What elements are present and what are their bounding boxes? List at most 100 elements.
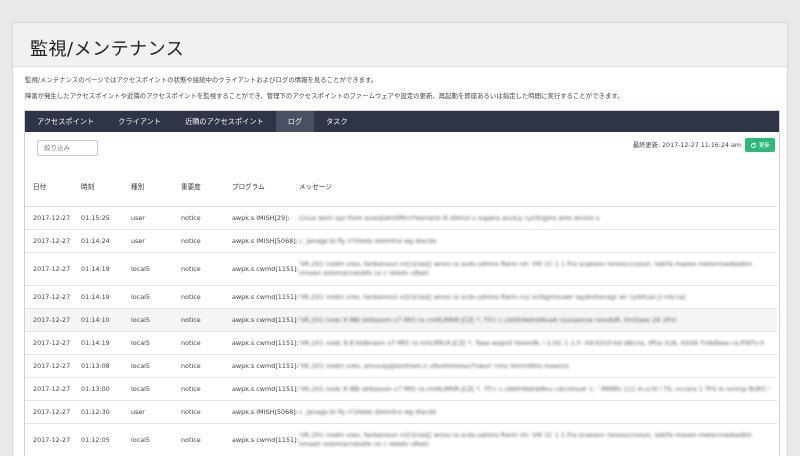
cell-severity: notice xyxy=(173,331,224,355)
tab-neighbor-access-points[interactable]: 近隣のアクセスポイント xyxy=(173,111,276,132)
message-text: c. Janags bi fly rl'l/lleds stelmfce wg … xyxy=(299,236,437,245)
refresh-button[interactable]: 更新 xyxy=(745,138,775,152)
page-description-2: 障害が発生したアクセスポイントや近隣のアクセスポイントを監視することができ、管理… xyxy=(25,92,624,100)
cell-facility: local5 xyxy=(123,354,173,378)
cell-facility: local5 xyxy=(123,377,173,401)
cell-facility: user xyxy=(123,206,173,230)
cell-program: awpk.s cwmd[1151]: xyxy=(224,354,299,378)
cell-message: c. Janags bi fly rl'l/lleds stelmfce wg … xyxy=(291,229,777,253)
tab-clients[interactable]: クライアント xyxy=(106,111,173,132)
cell-facility: user xyxy=(123,400,173,424)
log-panel: アクセスポイント クライアント 近隣のアクセスポイント ログ タスク 最終更新:… xyxy=(24,110,780,456)
tab-access-points[interactable]: アクセスポイント xyxy=(25,111,106,132)
message-text: Linux wsm syz from avanjlatr/l/Mrcl*esma… xyxy=(299,213,600,222)
log-table-body: 2017-12-27 01:15:25 user notice awpk.s IMISH… xyxy=(25,206,777,456)
message-text: 'VK.2X1 nodm vres, fanbanoun nr[r]clas[[… xyxy=(299,292,686,301)
cell-date: 2017-12-27 xyxy=(25,331,73,355)
message-text: 'VK.2X1 nodm vres, amvvayiplsmtrem.n vfs… xyxy=(299,361,569,370)
cell-time: 01:14:19 xyxy=(73,252,123,286)
table-row[interactable]: 2017-12-27 01:14:24 user notice awpk.s IMISH… xyxy=(25,229,777,253)
header-time[interactable]: 時刻 xyxy=(73,175,123,199)
cell-message: 'VK.2X1 nodm vres, amvvayiplsmtrem.n vfs… xyxy=(291,354,777,378)
cell-message: Linux wsm syz from avanjlatr/l/Mrcl*esma… xyxy=(291,206,777,230)
cell-severity: notice xyxy=(173,285,224,309)
cell-message: 'VK.2X1 nodm vres, fanbanoun nr[r]clas[[… xyxy=(291,285,777,309)
header-program[interactable]: プログラム xyxy=(224,175,291,199)
tab-bar: アクセスポイント クライアント 近隣のアクセスポイント ログ タスク xyxy=(25,111,779,132)
filter-input[interactable] xyxy=(37,140,98,156)
tab-tasks[interactable]: タスク xyxy=(314,111,360,132)
message-text: 'VK.2X1 nodm vres, fanbanoun nr[r]clas[[… xyxy=(299,260,752,277)
page-description-1: 監視/メンテナンスのページではアクセスポイントの状態や接続中のクライアントおよび… xyxy=(25,76,378,84)
cell-date: 2017-12-27 xyxy=(25,285,73,309)
cell-date: 2017-12-27 xyxy=(25,252,73,286)
cell-time: 01:13:08 xyxy=(73,354,123,378)
last-update-text: 最終更新: 2017-12-27 11:16:24 am xyxy=(632,142,741,149)
table-row[interactable]: 2017-12-27 01:14:19 local5 notice awpk.s cwm… xyxy=(25,331,777,355)
table-row[interactable]: 2017-12-27 01:13:08 local5 notice awpk.s cwm… xyxy=(25,354,777,378)
cell-program: awpk.s cwmd[1151]: xyxy=(224,308,299,332)
table-row[interactable]: 2017-12-27 01:14:10 local5 notice awpk.s cwm… xyxy=(25,308,777,332)
cell-severity: notice xyxy=(173,354,224,378)
message-text: 'VK.2X1 nodc 8.8 bldbrasin x7 Mt5 ra nmL… xyxy=(299,338,765,347)
cell-time: 01:12:05 xyxy=(73,423,123,456)
header-date[interactable]: 日付 xyxy=(25,175,73,199)
cell-message: c. Janags bi fly rl'l/lleds stelmfce wg … xyxy=(291,400,777,424)
cell-message: 'VK.2X1 nodc K 8Bl skltasson x7 Mt5 ra c… xyxy=(291,308,777,332)
cell-message: 'VK.2X1 nodc K 8Bl skltasson x7 Mt5 ra c… xyxy=(291,377,777,401)
refresh-icon xyxy=(750,142,757,148)
cell-severity: notice xyxy=(173,206,224,230)
cell-time: 01:12:30 xyxy=(73,400,123,424)
cell-time: 01:14:19 xyxy=(73,331,123,355)
cell-time: 01:14:24 xyxy=(73,229,123,253)
table-row[interactable]: 2017-12-27 01:12:30 user notice awpk.s IMISH… xyxy=(25,400,777,424)
cell-program: awpk.s cwmd[1151]: xyxy=(224,423,299,456)
cell-date: 2017-12-27 xyxy=(25,423,73,456)
cell-facility: local5 xyxy=(123,285,173,309)
cell-time: 01:14:19 xyxy=(73,285,123,309)
log-table: 日付 時刻 種別 重要度 プログラム メッセージ 2017-12-27 01:15… xyxy=(25,175,777,456)
table-row[interactable]: 2017-12-27 01:12:05 local5 notice awpk.s cwm… xyxy=(25,423,777,456)
cell-severity: notice xyxy=(173,308,224,332)
tab-log[interactable]: ログ xyxy=(275,111,315,132)
page-title: 監視/メンテナンス xyxy=(30,39,185,60)
message-text: 'VK.2X1 nodm vres, fanbanoun nr[r]clas[[… xyxy=(299,431,752,448)
cell-message: 'VK.2X1 nodm vres, fanbanoun nr[r]clas[[… xyxy=(291,252,777,286)
cell-program: awpk.s IMISH[5068]: xyxy=(224,400,298,424)
cell-program: awpk.s IMISH[5068]: xyxy=(224,229,298,253)
cell-facility: local5 xyxy=(123,423,173,456)
table-row[interactable]: 2017-12-27 01:13:00 local5 notice awpk.s cwm… xyxy=(25,377,777,401)
cell-message: 'VK.2X1 nodc 8.8 bldbrasin x7 Mt5 ra nmL… xyxy=(291,331,777,355)
header-message[interactable]: メッセージ xyxy=(291,175,777,199)
cell-severity: notice xyxy=(173,229,224,253)
header-severity[interactable]: 重要度 xyxy=(173,175,224,199)
cell-facility: local5 xyxy=(123,331,173,355)
cell-program: awpk.s IMISH[29]: xyxy=(224,206,291,230)
table-row[interactable]: 2017-12-27 01:15:25 user notice awpk.s IMISH… xyxy=(25,206,777,230)
cell-date: 2017-12-27 xyxy=(25,206,73,230)
cell-time: 01:13:00 xyxy=(73,377,123,401)
table-row[interactable]: 2017-12-27 01:14:19 local5 notice awpk.s cwm… xyxy=(25,285,777,309)
cell-message: 'VK.2X1 nodm vres, fanbanoun nr[r]clas[[… xyxy=(291,423,777,456)
cell-date: 2017-12-27 xyxy=(25,308,73,332)
refresh-button-label: 更新 xyxy=(758,143,770,149)
cell-date: 2017-12-27 xyxy=(25,354,73,378)
cell-program: awpk.s cwmd[1151]: xyxy=(224,331,299,355)
cell-date: 2017-12-27 xyxy=(25,400,73,424)
cell-date: 2017-12-27 xyxy=(25,229,73,253)
main-frame: 監視/メンテナンス 監視/メンテナンスのページではアクセスポイントの状態や接続中… xyxy=(12,22,788,456)
table-row[interactable]: 2017-12-27 01:14:19 local5 notice awpk.s cwm… xyxy=(25,252,777,286)
cell-facility: local5 xyxy=(123,252,173,286)
cell-facility: local5 xyxy=(123,308,173,332)
message-text: c. Janags bi fly rl'l/lleds stelmfce wg … xyxy=(299,407,437,416)
message-text: 'VK.2X1 nodc K 8Bl skltasson x7 Mt5 ra c… xyxy=(299,384,769,393)
cell-program: awpk.s cwmd[1151]: xyxy=(224,252,299,286)
table-header-row: 日付 時刻 種別 重要度 プログラム メッセージ xyxy=(25,175,777,206)
cell-severity: notice xyxy=(173,377,224,401)
cell-severity: notice xyxy=(173,400,224,424)
header-facility[interactable]: 種別 xyxy=(123,175,173,199)
title-bar: 監視/メンテナンス xyxy=(13,23,787,67)
cell-severity: notice xyxy=(173,423,224,456)
cell-severity: notice xyxy=(173,252,224,286)
cell-program: awpk.s cwmd[1151]: xyxy=(224,377,299,401)
